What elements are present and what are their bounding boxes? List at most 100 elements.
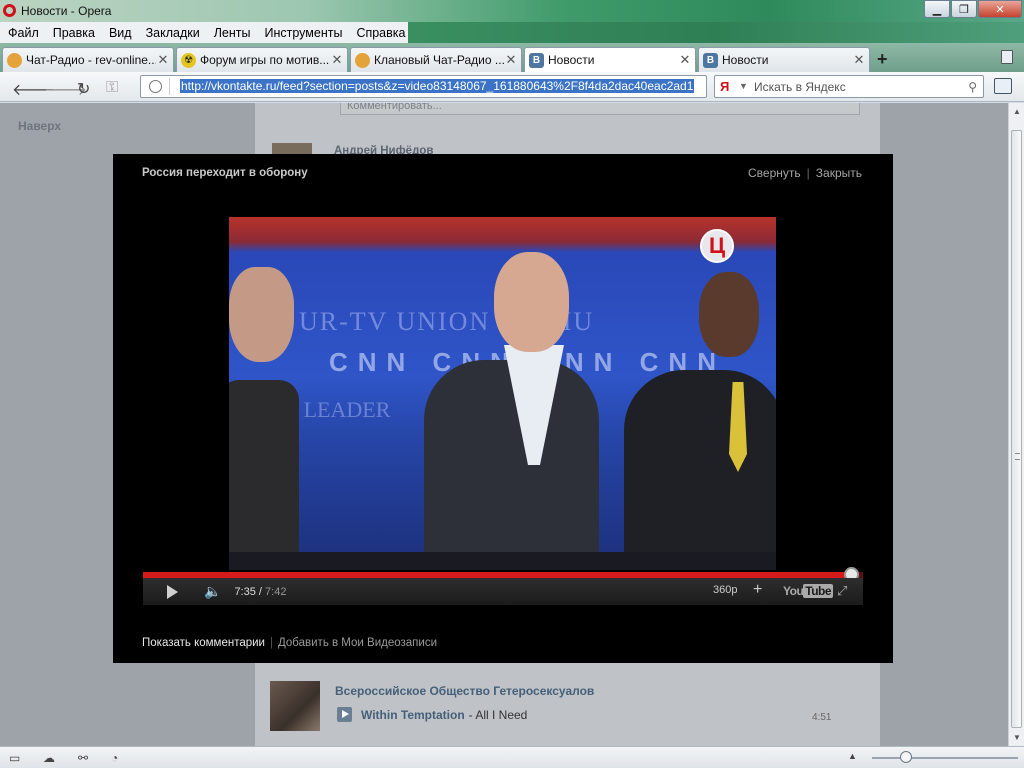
avatar[interactable] (270, 681, 320, 731)
back-to-top-link[interactable]: Наверх (18, 119, 61, 133)
speed-dial-gauge-icon[interactable]: ◔ (111, 751, 118, 765)
audio-duration: 4:51 (812, 712, 832, 723)
scroll-up-icon[interactable]: ▲ (1013, 107, 1021, 116)
add-video-plus-icon[interactable]: + (753, 581, 762, 599)
new-tab-plus-icon[interactable]: + (877, 49, 888, 70)
search-icon[interactable]: ⚲ (968, 80, 977, 94)
address-toolbar: 🡐 🡒 ↻ ⚿ http://vkontakte.ru/feed?section… (0, 72, 1024, 102)
window-controls: ▁ ❐ ✕ (923, 0, 1022, 18)
scroll-down-icon[interactable]: ▼ (1013, 733, 1021, 742)
channel-logo-icon: Ц (700, 229, 734, 263)
zoom-slider[interactable] (872, 757, 1018, 759)
yandex-icon[interactable]: Я (720, 79, 729, 94)
status-bar: ▭ ☁ ⚯ ◔ ▲ (0, 746, 1024, 768)
vk-icon: B (703, 52, 718, 68)
person-left-body (229, 380, 299, 570)
person-center-body (424, 360, 599, 570)
tab-label: Новости (722, 53, 769, 67)
comment-input[interactable]: Комментировать... (340, 103, 860, 115)
desktop-background (408, 22, 1024, 43)
close-tab-icon[interactable]: ✕ (330, 52, 344, 68)
tab-label: Форум игры по мотив... (200, 53, 330, 67)
tab-forum[interactable]: ☢ Форум игры по мотив... ✕ (176, 47, 348, 72)
audio-artist[interactable]: Within Temptation (361, 708, 465, 722)
show-comments-link[interactable]: Показать комментарии (142, 637, 265, 649)
menu-edit[interactable]: Правка (53, 26, 95, 40)
total-time: 7:42 (265, 585, 287, 598)
tab-chat-radio[interactable]: Чат-Радио - rev-online... ✕ (2, 47, 174, 72)
menu-feeds[interactable]: Ленты (214, 26, 251, 40)
person-left (229, 267, 294, 362)
youtube-brand-tube: Tube (803, 584, 834, 598)
vk-icon: B (529, 52, 544, 68)
current-time: 7:35 (234, 585, 256, 598)
post-author[interactable]: Всероссийское Общество Гетеросексуалов (335, 684, 594, 698)
opera-logo-icon (3, 4, 16, 17)
reload-icon[interactable]: ↻ (77, 79, 90, 99)
youtube-logo-icon[interactable]: You Tube (783, 584, 834, 598)
turbo-cloud-icon[interactable]: ☁ (43, 751, 55, 765)
url-text[interactable]: http://vkontakte.ru/feed?section=posts&z… (180, 79, 695, 93)
menu-help[interactable]: Справка (356, 26, 405, 40)
title-bar: Новости - Opera ▁ ❐ ✕ (0, 0, 1024, 22)
address-field[interactable]: http://vkontakte.ru/feed?section=posts&z… (140, 75, 707, 98)
audio-play-icon[interactable] (337, 707, 352, 722)
search-field[interactable]: Я ▼ Искать в Яндекс ⚲ (714, 75, 984, 98)
menu-view[interactable]: Вид (109, 26, 132, 40)
tab-label: Чат-Радио - rev-online... (26, 53, 156, 67)
close-tab-icon[interactable]: ✕ (156, 52, 170, 68)
chat-icon (355, 52, 370, 68)
close-tab-icon[interactable]: ✕ (678, 52, 692, 68)
zoom-up-icon[interactable]: ▲ (848, 751, 857, 761)
divider: | (269, 637, 273, 649)
divider (169, 78, 170, 95)
window-title: Новости - Opera (21, 4, 112, 18)
fullscreen-icon[interactable]: ⤢ (837, 583, 847, 599)
tab-news[interactable]: B Новости ✕ (698, 47, 870, 72)
audio-title: - All I Need (468, 707, 528, 722)
scrollbar-thumb[interactable] (1011, 130, 1022, 728)
restore-button[interactable]: ❐ (951, 0, 977, 18)
close-video-link[interactable]: Закрыть (816, 166, 862, 180)
video-frame[interactable]: UR-TV UNION 9 WMU CNN CNN CNN CNN ION LE… (229, 217, 776, 570)
key-icon[interactable]: ⚿ (106, 79, 118, 97)
vertical-scrollbar[interactable]: ▲ ▼ (1008, 103, 1024, 746)
volume-icon[interactable]: 🔈 (204, 583, 221, 600)
play-icon[interactable] (167, 584, 178, 599)
close-tab-icon[interactable]: ✕ (504, 52, 518, 68)
divider: | (806, 166, 810, 180)
youtube-brand-you: You (783, 584, 804, 598)
video-controls: 🔈 7:35 / 7:42 360p + You Tube ⤢ (143, 578, 863, 605)
menu-tools[interactable]: Инструменты (264, 26, 342, 40)
video-title: Россия переходит в оборону (142, 167, 308, 179)
tab-clan-chat[interactable]: Клановый Чат-Радио ... ✕ (350, 47, 522, 72)
chat-icon (7, 52, 22, 68)
chevron-down-icon[interactable]: ▼ (739, 81, 748, 91)
minimize-video-link[interactable]: Свернуть (748, 166, 801, 180)
person-right (699, 272, 759, 357)
minimize-button[interactable]: ▁ (924, 0, 950, 18)
video-player-overlay: Россия переходит в оборону Свернуть | Закр… (113, 154, 893, 663)
trash-icon[interactable] (1001, 50, 1013, 64)
tab-news-active[interactable]: B Новости ✕ (524, 47, 696, 72)
panel-toggle-icon[interactable]: ▭ (9, 751, 20, 765)
menu-file[interactable]: Файл (8, 26, 39, 40)
close-tab-icon[interactable]: ✕ (852, 52, 866, 68)
video-links: Показать комментарии | Добавить в Мои Виде… (142, 637, 437, 649)
globe-icon (149, 80, 162, 93)
video-actions: Свернуть | Закрыть (748, 166, 862, 180)
tab-label: Новости (548, 53, 595, 67)
forum-icon: ☢ (181, 52, 196, 68)
menu-bookmarks[interactable]: Закладки (146, 26, 200, 40)
menu-bar: Файл Правка Вид Закладки Ленты Инструмен… (0, 22, 408, 43)
close-window-button[interactable]: ✕ (978, 0, 1022, 18)
zoom-handle[interactable] (899, 751, 912, 763)
person-right-body (624, 370, 776, 570)
search-placeholder: Искать в Яндекс (754, 80, 846, 94)
unite-icon[interactable]: ⚯ (78, 751, 88, 765)
mail-icon[interactable] (994, 78, 1012, 94)
add-to-my-videos-link[interactable]: Добавить в Мои Видеозаписи (278, 637, 437, 649)
quality-button[interactable]: 360p (713, 584, 737, 596)
tab-bar: Чат-Радио - rev-online... ✕ ☢ Форум игры… (0, 43, 1024, 72)
web-page: Наверх Комментировать... Андрей Нифёдов … (0, 103, 1008, 746)
